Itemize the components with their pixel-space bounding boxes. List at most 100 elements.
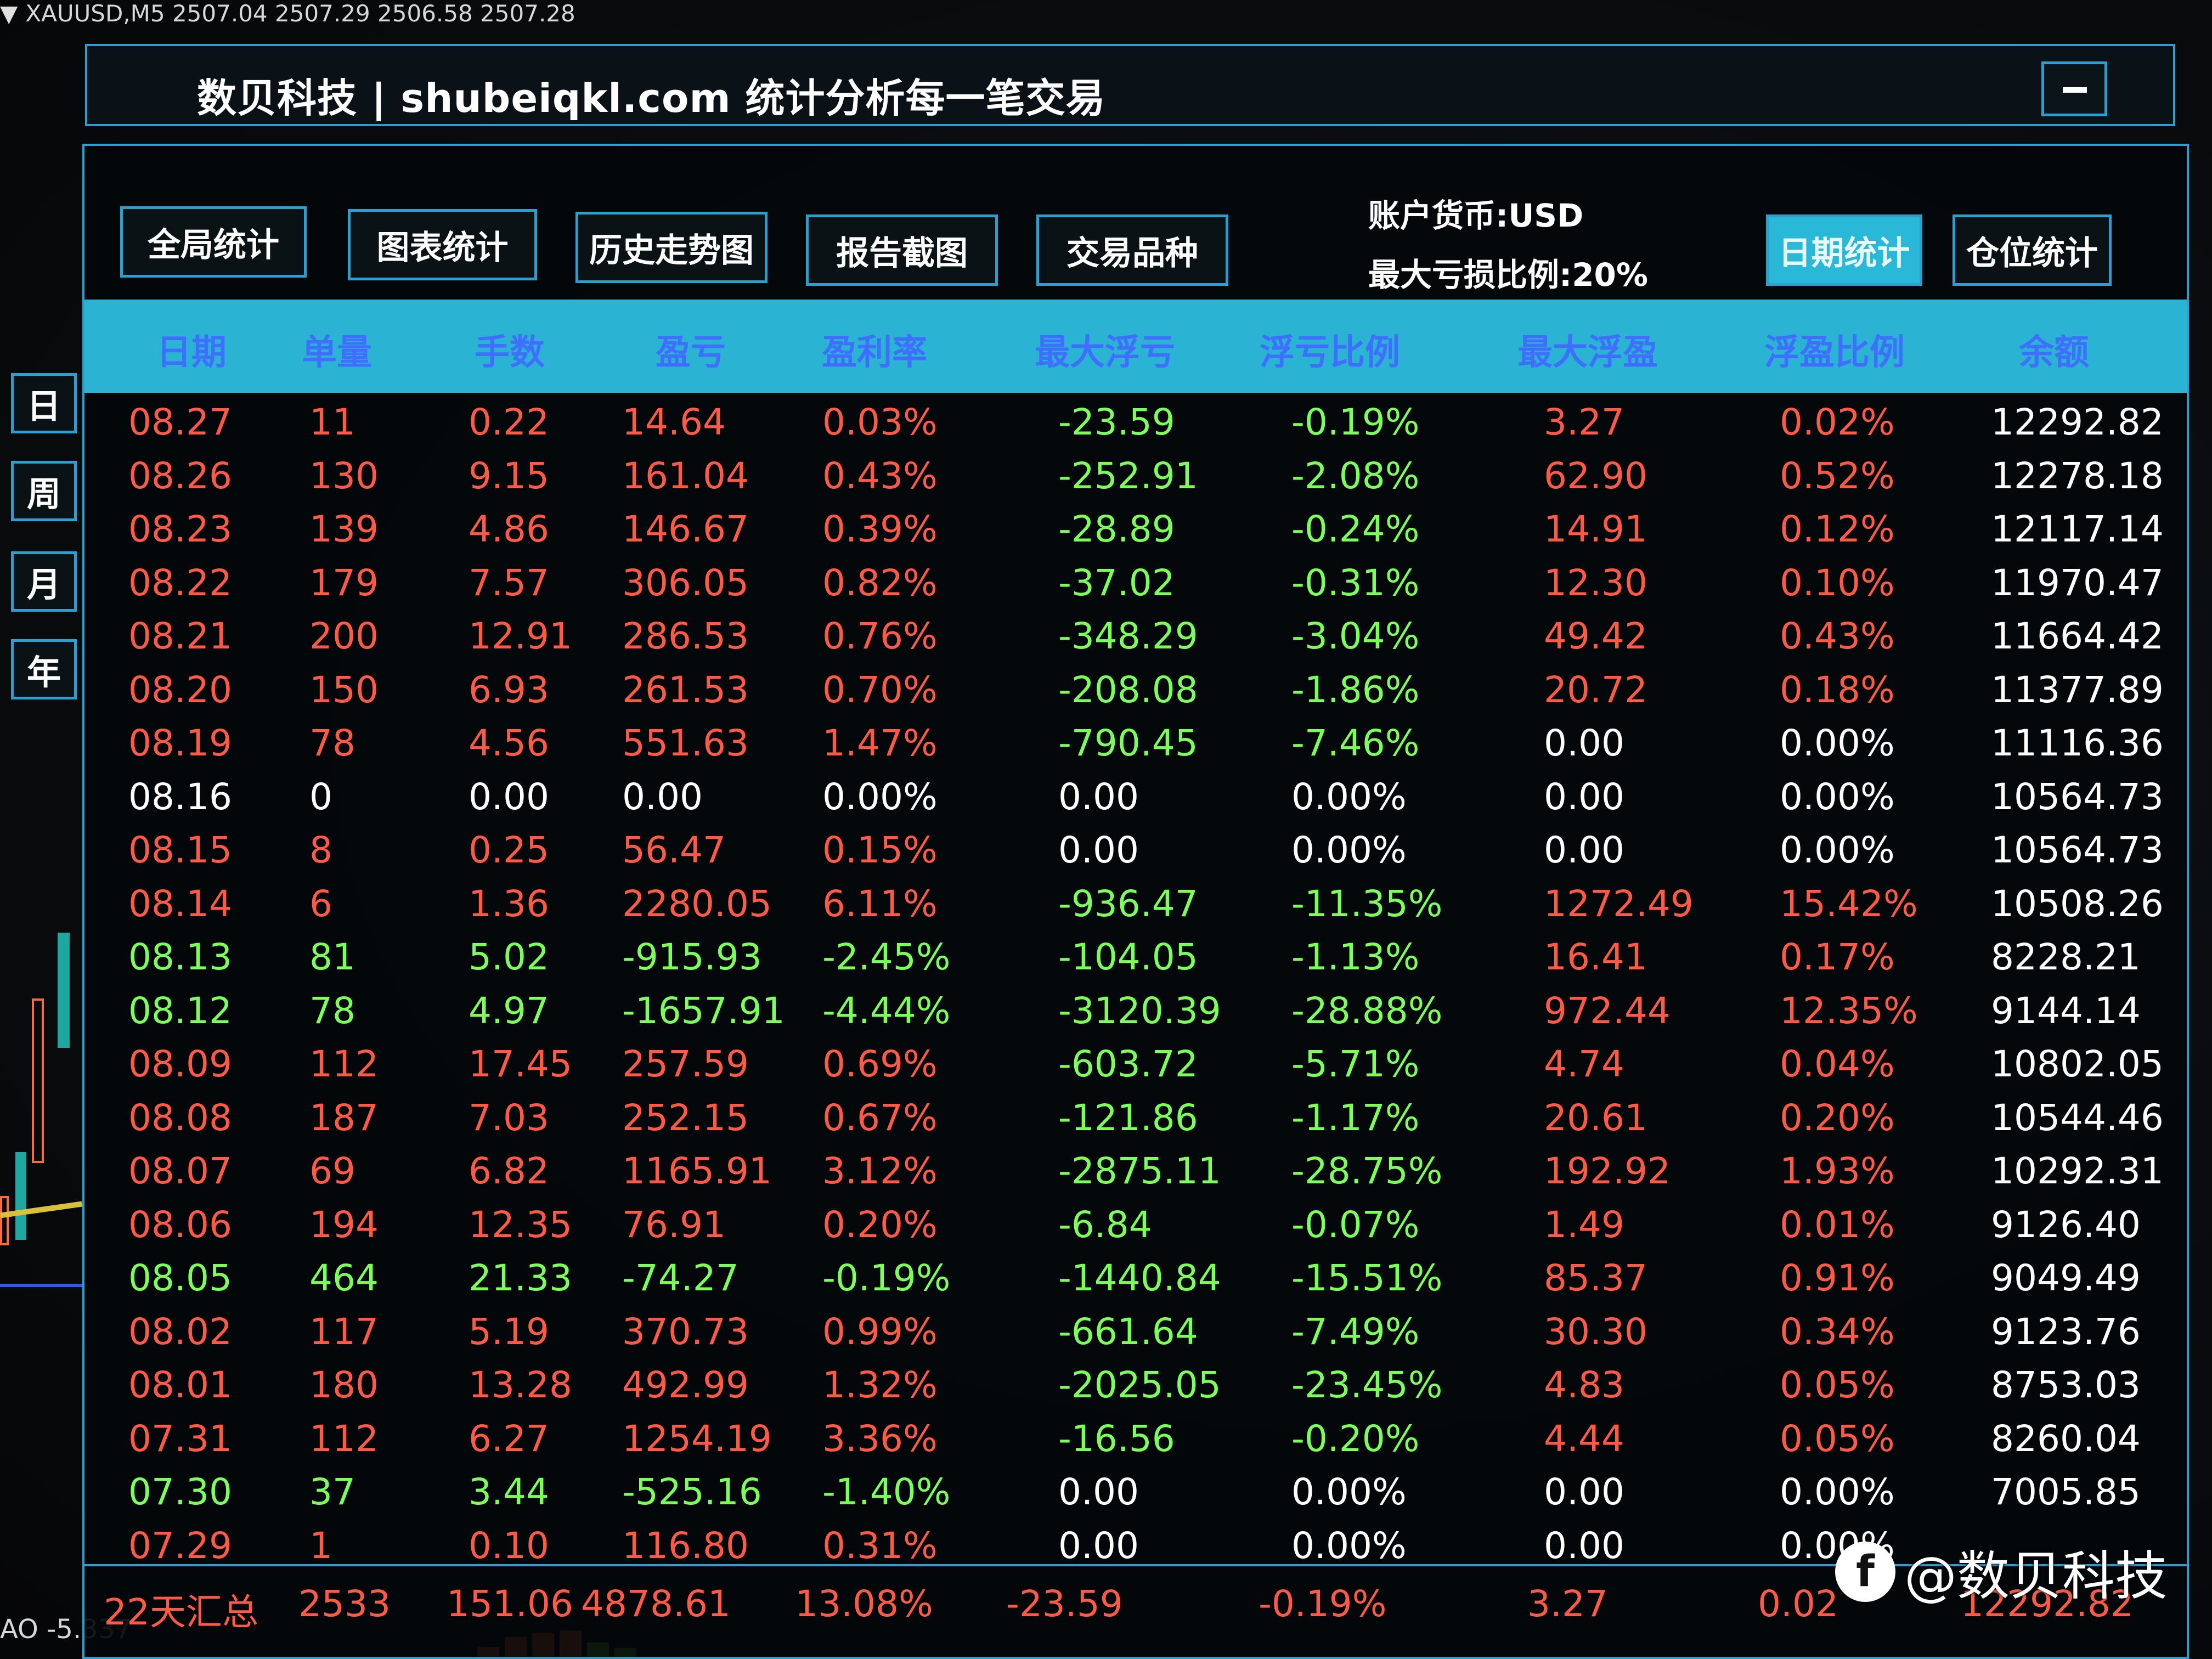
cell-orders: 179 <box>309 561 379 604</box>
summary-max-float-loss: -23.59 <box>1006 1583 1123 1625</box>
cell-profit-rate: 0.70% <box>822 668 938 711</box>
tab-report-screenshot[interactable]: 报告截图 <box>806 215 998 286</box>
period-year-button[interactable]: 年 <box>11 639 77 699</box>
cell-float-loss-ratio: -7.49% <box>1291 1310 1420 1353</box>
cell-float-loss-ratio: 0.00% <box>1291 775 1407 818</box>
cell-profit-rate: -4.44% <box>822 989 951 1032</box>
column-header-orders[interactable]: 单量 <box>255 324 419 375</box>
table-row[interactable]: 08.15 8 0.25 56.47 0.15% 0.00 0.00% 0.00 0.00% 10… <box>84 823 2187 877</box>
cell-orders: 1 <box>309 1524 332 1567</box>
window-titlebar: 数贝科技 | shubeiqkl.com 统计分析每一笔交易 <box>85 44 2175 126</box>
table-row[interactable]: 08.19 78 4.56 551.63 1.47% -790.45 -7.46% 0.00 0… <box>84 716 2187 770</box>
cell-float-loss-ratio: -0.07% <box>1291 1203 1420 1246</box>
table-row[interactable]: 08.16 0 0.00 0.00 0.00% 0.00 0.00% 0.00 0.00% 105… <box>84 770 2187 823</box>
cell-orders: 37 <box>309 1471 356 1513</box>
cell-profit-rate: 6.11% <box>822 882 938 925</box>
table-row[interactable]: 07.31 112 6.27 1254.19 3.36% -16.56 -0.20% 4.44… <box>84 1412 2187 1465</box>
cell-max-float-profit: 0.00 <box>1544 722 1624 764</box>
table-row[interactable]: 08.14 6 1.36 2280.05 6.11% -936.47 -11.35% 1272… <box>84 877 2187 930</box>
column-header-float-profit-ratio[interactable]: 浮盈比例 <box>1752 324 1917 375</box>
window-title: 数贝科技 | shubeiqkl.com 统计分析每一笔交易 <box>197 75 1106 121</box>
table-row[interactable]: 08.01 180 13.28 492.99 1.32% -2025.05 -23.45% 4… <box>84 1358 2187 1412</box>
cell-orders: 0 <box>309 775 332 818</box>
minimize-button[interactable] <box>2041 61 2107 116</box>
cell-max-float-profit: 16.41 <box>1544 936 1647 978</box>
table-row[interactable]: 08.02 117 5.19 370.73 0.99% -661.64 -7.49% 30.3… <box>84 1305 2187 1358</box>
table-row[interactable]: 08.20 150 6.93 261.53 0.70% -208.08 -1.86% 20.7… <box>84 663 2187 716</box>
column-header-profit-rate[interactable]: 盈利率 <box>792 324 957 375</box>
cell-orders: 150 <box>309 668 379 711</box>
summary-pnl: 4878.61 <box>581 1583 731 1625</box>
period-month-button[interactable]: 月 <box>11 551 77 612</box>
table-row[interactable]: 08.26 130 9.15 161.04 0.43% -252.91 -2.08% 62.9… <box>84 449 2187 503</box>
column-header-max-float-loss[interactable]: 最大浮亏 <box>1023 324 1187 375</box>
table-row[interactable]: 08.06 194 12.35 76.91 0.20% -6.84 -0.07% 1.49 0.… <box>84 1198 2187 1251</box>
watermark: f @数贝科技 <box>1835 1533 2168 1610</box>
cell-orders: 130 <box>309 454 379 497</box>
table-row[interactable]: 08.05 464 21.33 -74.27 -0.19% -1440.84 -15.51%… <box>84 1251 2187 1305</box>
cell-profit-rate: 0.76% <box>822 615 938 657</box>
cell-orders: 200 <box>309 615 379 657</box>
column-header-balance[interactable]: 余额 <box>1972 324 2136 375</box>
column-header-lots[interactable]: 手数 <box>427 324 592 375</box>
tab-date-stats[interactable]: 日期统计 <box>1766 215 1922 286</box>
period-day-button[interactable]: 日 <box>11 373 77 433</box>
cell-pnl: 306.05 <box>622 561 749 604</box>
cell-profit-rate: 1.47% <box>822 722 938 764</box>
table-row[interactable]: 08.13 81 5.02 -915.93 -2.45% -104.05 -1.13% 16.… <box>84 930 2187 984</box>
cell-lots: 5.02 <box>469 936 549 978</box>
period-week-button[interactable]: 周 <box>11 461 77 521</box>
tab-chart-stats[interactable]: 图表统计 <box>348 209 537 280</box>
cell-orders: 117 <box>309 1310 379 1353</box>
cell-pnl: 257.59 <box>622 1043 749 1085</box>
table-row[interactable]: 07.30 37 3.44 -525.16 -1.40% 0.00 0.00% 0.00 0.0… <box>84 1465 2187 1519</box>
cell-balance: 8228.21 <box>1991 936 2141 978</box>
cell-date: 08.06 <box>128 1203 232 1246</box>
cell-orders: 112 <box>309 1417 379 1460</box>
table-row[interactable]: 08.08 187 7.03 252.15 0.67% -121.86 -1.17% 20.6… <box>84 1091 2187 1144</box>
cell-max-float-profit: 3.27 <box>1544 401 1624 443</box>
table-row[interactable]: 08.09 112 17.45 257.59 0.69% -603.72 -5.71% 4.7… <box>84 1037 2187 1091</box>
cell-lots: 0.22 <box>469 401 549 443</box>
cell-date: 07.29 <box>128 1524 232 1567</box>
cell-profit-rate: -1.40% <box>822 1471 951 1513</box>
cell-lots: 1.36 <box>469 882 549 925</box>
tab-global-stats[interactable]: 全局统计 <box>120 206 307 278</box>
cell-float-profit-ratio: 0.17% <box>1780 936 1895 978</box>
cell-lots: 6.82 <box>469 1150 549 1192</box>
cell-float-loss-ratio: -3.04% <box>1291 615 1420 657</box>
table-row[interactable]: 08.07 69 6.82 1165.91 3.12% -2875.11 -28.75% 19… <box>84 1144 2187 1198</box>
cell-lots: 3.44 <box>469 1471 549 1513</box>
candle <box>58 933 70 1048</box>
cell-max-float-loss: -348.29 <box>1058 615 1198 657</box>
cell-max-float-loss: -3120.39 <box>1058 989 1221 1032</box>
cell-date: 08.05 <box>128 1257 232 1299</box>
column-header-date[interactable]: 日期 <box>109 324 274 375</box>
cell-balance: 12117.14 <box>1991 508 2164 550</box>
cell-max-float-profit: 4.44 <box>1544 1417 1624 1460</box>
cell-max-float-profit: 14.91 <box>1544 508 1647 550</box>
table-row[interactable]: 08.12 78 4.97 -1657.91 -4.44% -3120.39 -28.88%… <box>84 984 2187 1037</box>
cell-orders: 112 <box>309 1043 379 1085</box>
cell-balance: 10544.46 <box>1991 1096 2164 1139</box>
cell-lots: 4.56 <box>469 722 549 764</box>
column-header-pnl[interactable]: 盈亏 <box>608 324 773 375</box>
table-row[interactable]: 08.21 200 12.91 286.53 0.76% -348.29 -3.04% 49.… <box>84 610 2187 663</box>
table-row[interactable]: 08.23 139 4.86 146.67 0.39% -28.89 -0.24% 14.91… <box>84 503 2187 556</box>
cell-lots: 4.86 <box>469 508 549 550</box>
column-header-max-float-profit[interactable]: 最大浮盈 <box>1505 324 1670 375</box>
cell-date: 08.20 <box>128 668 232 711</box>
tab-position-stats[interactable]: 仓位统计 <box>1953 215 2112 286</box>
column-header-float-loss-ratio[interactable]: 浮亏比例 <box>1248 324 1412 375</box>
table-row[interactable]: 08.27 11 0.22 14.64 0.03% -23.59 -0.19% 3.27 0.0… <box>84 396 2187 449</box>
tab-history-chart[interactable]: 历史走势图 <box>575 212 768 283</box>
cell-balance: 10564.73 <box>1991 775 2164 818</box>
cell-balance: 11377.89 <box>1991 668 2164 711</box>
cell-orders: 8 <box>309 829 332 871</box>
table-row[interactable]: 08.22 179 7.57 306.05 0.82% -37.02 -0.31% 12.30… <box>84 556 2187 610</box>
cell-max-float-profit: 85.37 <box>1544 1257 1647 1299</box>
tab-trading-symbols[interactable]: 交易品种 <box>1036 215 1228 286</box>
cell-balance: 9144.14 <box>1991 989 2141 1032</box>
cell-lots: 5.19 <box>469 1310 549 1353</box>
cell-max-float-profit: 0.00 <box>1544 1471 1624 1513</box>
